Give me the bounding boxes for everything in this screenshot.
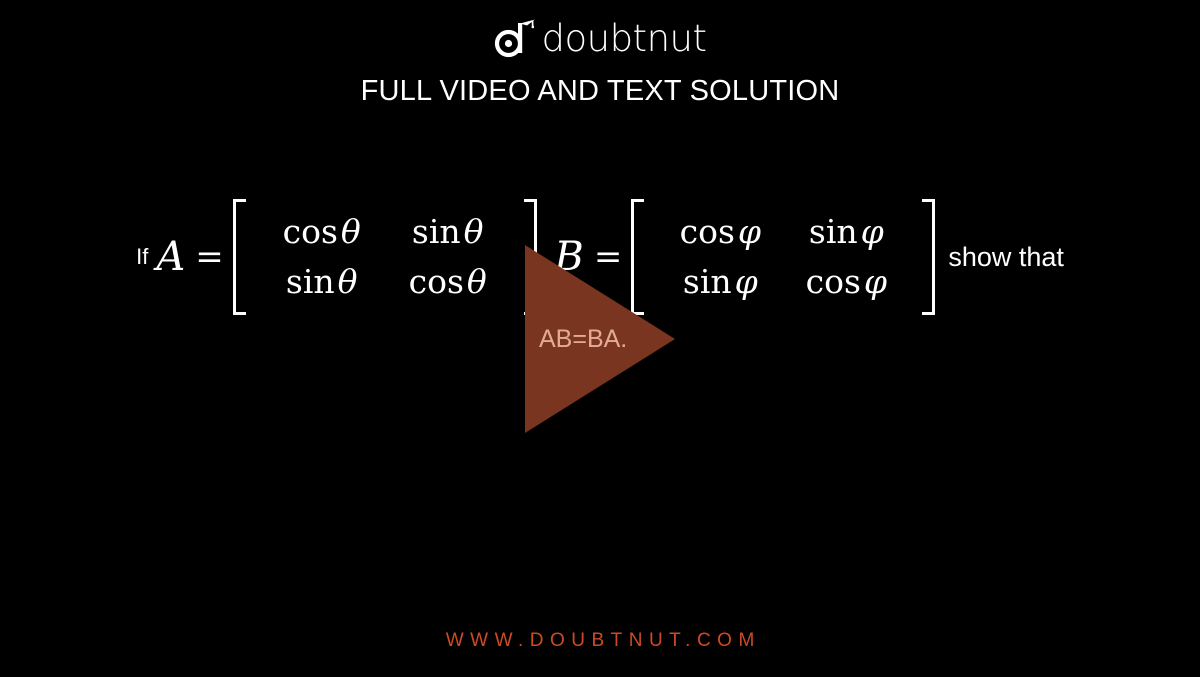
problem-trailing-text: show that <box>948 241 1064 272</box>
play-button[interactable]: AB=BA. <box>525 245 675 433</box>
page-title: FULL VIDEO AND TEXT SOLUTION <box>360 75 840 107</box>
matrix-b-cell-1-1: cosφ <box>679 212 762 252</box>
matrix-a-cell-1-1: cosθ <box>282 212 361 252</box>
problem-lead-text: If <box>136 244 149 269</box>
footer-website-url: WWW.DOUBTNUT.COM <box>445 630 761 651</box>
doubtnut-d-graduation-cap-icon <box>494 16 536 58</box>
brand-wordmark: doubtnut <box>541 16 707 60</box>
brand-header: doubtnut <box>0 14 1200 60</box>
matrix-b-cell-1-2: sinφ <box>808 212 884 252</box>
matrix-a-cell-1-2: sinθ <box>411 212 484 252</box>
matrix-a-grid: cosθ sinθ sinθ cosθ <box>247 199 523 315</box>
matrix-b: cosφ sinφ sinφ cosφ <box>631 199 936 315</box>
matrix-b-cell-2-1: sinφ <box>682 262 758 301</box>
matrix-a-cell-2-2: cosθ <box>408 262 487 301</box>
matrix-b-grid: cosφ sinφ sinφ cosφ <box>645 199 921 315</box>
matrix-a-row-2: sinθ cosθ <box>259 260 511 304</box>
matrix-a-cell-2-1: sinθ <box>285 262 358 301</box>
matrix-a-left-bracket <box>232 199 247 315</box>
matrix-a: cosθ sinθ sinθ cosθ <box>232 199 537 315</box>
matrix-b-row-1: cosφ sinφ <box>657 210 909 254</box>
matrix-b-right-bracket <box>921 199 936 315</box>
problem-conclusion-text: AB=BA. <box>539 325 628 353</box>
equals-sign-a: = <box>195 237 224 277</box>
matrix-b-cell-2-2: cosφ <box>805 262 888 301</box>
matrix-a-row-1: cosθ sinθ <box>259 210 511 254</box>
matrix-a-label: A <box>156 234 186 280</box>
matrix-b-row-2: sinφ cosφ <box>657 260 909 304</box>
